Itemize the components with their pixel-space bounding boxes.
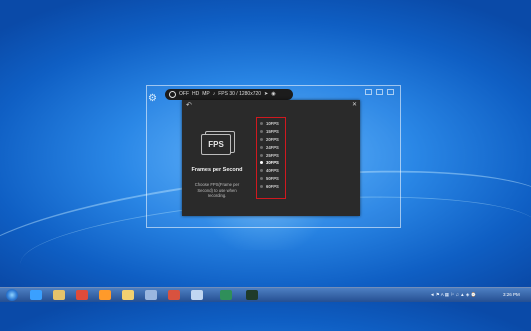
fps-option-label: 15FPS — [266, 129, 279, 135]
taskbar: ◄ ⚑ A ▦ ⚐ ♫ ▲ ◈ ⌚ 3:26 PM — [0, 287, 531, 302]
radio-dot-icon — [260, 176, 263, 180]
radio-dot-icon — [260, 145, 263, 149]
fps-option-label: 60FPS — [266, 183, 279, 189]
recorder-toolbar: OFF HD MP ♪ FPS 30 / 1280x720 ➤ ◉ — [165, 89, 293, 100]
minimize-icon[interactable] — [365, 89, 372, 95]
radio-dot-icon — [260, 184, 263, 188]
media-icon[interactable] — [145, 290, 157, 300]
radio-dot-icon — [260, 137, 263, 141]
fps-logo-text: FPS — [201, 134, 231, 155]
radio-dot-icon — [260, 122, 263, 126]
close-icon[interactable]: ✕ — [352, 101, 357, 108]
fps-option[interactable]: 15FPS — [260, 128, 285, 136]
fps-option-list: 10FPS 15FPS 20FPS 24FPS 25FPS 30FPS 40FPS 50FPS… — [256, 117, 286, 199]
fps-option[interactable]: 20FPS — [260, 136, 285, 144]
radio-dot-icon — [260, 153, 263, 157]
fps-status[interactable]: FPS 30 / 1280x720 — [218, 89, 261, 100]
chrome-icon[interactable] — [76, 290, 88, 300]
fps-settings-panel: ↶ ✕ FPS Frames per Second Choose FPS(Fra… — [182, 100, 360, 216]
panel-description: Choose FPS(Frame per Second) to use when… — [194, 182, 240, 198]
taskbar-clock[interactable]: 3:26 PM — [503, 290, 520, 300]
fps-option[interactable]: 10FPS — [260, 120, 285, 128]
folder-icon[interactable] — [122, 290, 134, 300]
window-controls — [365, 89, 394, 95]
fps-option[interactable]: 50FPS — [260, 175, 285, 183]
close-window-icon[interactable] — [387, 89, 394, 95]
photoshop-icon[interactable] — [220, 290, 232, 300]
music-note-icon[interactable]: ♪ — [213, 89, 216, 100]
ie-icon[interactable] — [30, 290, 42, 300]
cursor-icon[interactable]: ➤ — [264, 89, 268, 100]
fps-option[interactable]: 60FPS — [260, 182, 285, 190]
fps-logo: FPS — [201, 131, 235, 155]
webcam-button[interactable]: MP — [202, 89, 210, 100]
radio-dot-icon — [260, 130, 263, 134]
record-icon[interactable]: ◉ — [271, 89, 275, 100]
window-icon[interactable] — [191, 290, 203, 300]
fps-option[interactable]: 40FPS — [260, 167, 285, 175]
explorer-icon[interactable] — [53, 290, 65, 300]
back-arrow-icon[interactable]: ↶ — [186, 102, 192, 110]
app-icon[interactable] — [246, 290, 258, 300]
fps-option[interactable]: 24FPS — [260, 143, 285, 151]
fps-option[interactable]: 25FPS — [260, 151, 285, 159]
panel-title: Frames per Second — [191, 167, 243, 173]
fps-option[interactable]: 30FPS — [260, 159, 285, 167]
start-orb-icon[interactable] — [6, 289, 18, 301]
radio-dot-icon — [260, 169, 263, 173]
chrome-icon-2[interactable] — [168, 290, 180, 300]
fps-option-label: 24FPS — [266, 144, 279, 150]
system-tray[interactable]: ◄ ⚑ A ▦ ⚐ ♫ ▲ ◈ ⌚ — [430, 290, 476, 300]
fps-option-label: 50FPS — [266, 175, 279, 181]
firefox-icon[interactable] — [99, 290, 111, 300]
maximize-icon[interactable] — [376, 89, 383, 95]
fps-option-label: 30FPS — [266, 160, 279, 166]
gear-icon[interactable]: ⚙ — [148, 93, 160, 105]
fps-option-label: 20FPS — [266, 136, 279, 142]
fps-option-label: 40FPS — [266, 168, 279, 174]
hd-button[interactable]: HD — [192, 89, 199, 100]
record-label[interactable]: OFF — [179, 89, 189, 100]
radio-dot-icon — [260, 161, 263, 165]
fps-option-label: 25FPS — [266, 152, 279, 158]
record-toggle[interactable] — [169, 91, 176, 98]
fps-option-label: 10FPS — [266, 121, 279, 127]
